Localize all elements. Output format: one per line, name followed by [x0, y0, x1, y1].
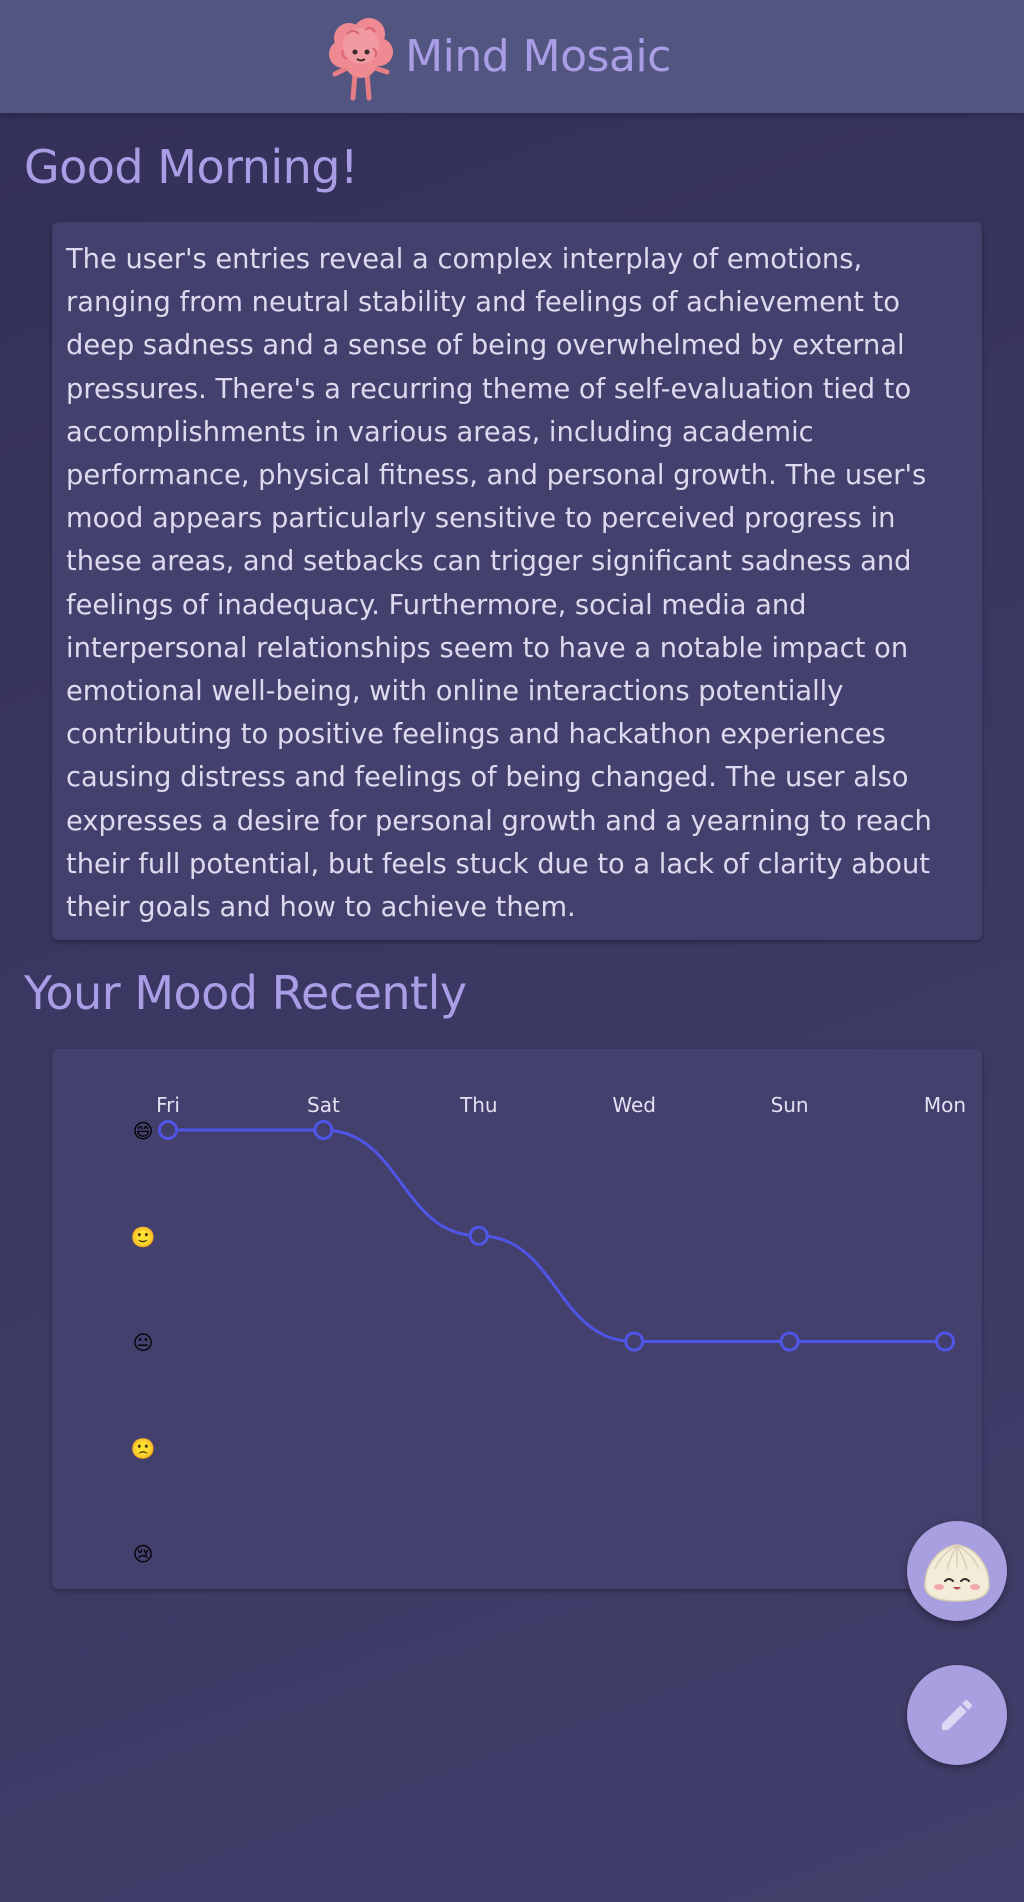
mood-series-line: [168, 1128, 945, 1343]
x-tick-label: Sat: [307, 1093, 340, 1117]
mood-chart-card: Fri Sat Thu Wed Sun Mon 😄 🙂 😐 🙁 😢: [52, 1049, 982, 1589]
greeting-heading: Good Morning!: [24, 140, 358, 194]
mood-section-title: Your Mood Recently: [24, 966, 467, 1020]
mood-data-point[interactable]: [468, 1225, 489, 1246]
mood-summary-text: The user's entries reveal a complex inte…: [66, 244, 932, 924]
mood-data-point[interactable]: [935, 1331, 955, 1352]
y-tick-emoji: 😐: [133, 1331, 154, 1355]
x-tick-label: Mon: [924, 1093, 966, 1117]
new-entry-button[interactable]: [907, 1665, 1007, 1765]
y-tick-emoji: 🙂: [131, 1225, 156, 1249]
y-tick-emoji: 🙁: [131, 1436, 156, 1460]
dumpling-mascot-icon: [924, 1544, 990, 1602]
y-tick-emoji: 😢: [133, 1542, 154, 1566]
app-title: Mind Mosaic: [405, 31, 671, 82]
assistant-button[interactable]: [907, 1521, 1007, 1621]
mood-summary-card: The user's entries reveal a complex inte…: [52, 222, 982, 940]
mood-data-point[interactable]: [158, 1120, 178, 1140]
mood-line-chart: Fri Sat Thu Wed Sun Mon 😄 🙂 😐 🙁 😢: [131, 1093, 967, 1566]
brain-mascot-icon: [329, 17, 394, 100]
app-header: Mind Mosaic: [0, 0, 1024, 113]
x-tick-label: Wed: [612, 1093, 656, 1117]
mood-data-point[interactable]: [313, 1120, 334, 1140]
mood-data-point[interactable]: [624, 1331, 645, 1352]
y-tick-emoji: 😄: [133, 1119, 154, 1143]
mood-data-point[interactable]: [779, 1331, 800, 1352]
x-tick-label: Thu: [459, 1093, 498, 1117]
x-tick-label: Fri: [156, 1093, 180, 1117]
pencil-icon: [942, 1699, 973, 1730]
x-tick-label: Sun: [771, 1093, 809, 1117]
